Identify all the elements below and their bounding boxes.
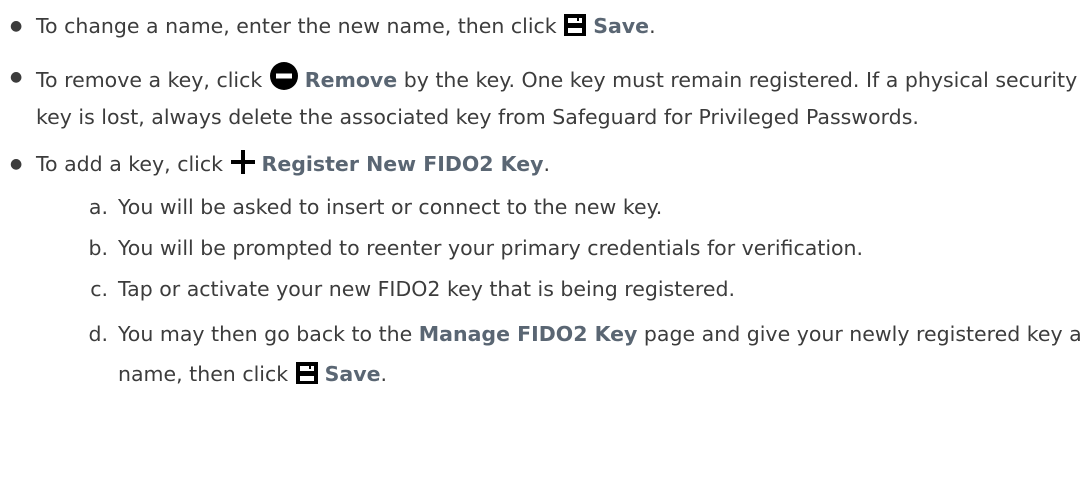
step-text: Tap or activate your new FIDO2 key that … [118, 277, 735, 301]
step-text-end: . [380, 362, 388, 386]
step-item: c. Tap or activate your new FIDO2 key th… [36, 273, 1083, 306]
step-item: b. You will be prompted to reenter your … [36, 232, 1083, 265]
save-icon [563, 13, 587, 47]
change-name-end: . [649, 14, 656, 38]
step-text: You will be prompted to reenter your pri… [118, 236, 864, 260]
manage-fido2-label: Manage FIDO2 Key [418, 322, 638, 346]
add-key-text: To add a key, click [36, 152, 230, 176]
add-key-end: . [543, 152, 551, 176]
document-body: ● To change a name, enter the new name, … [0, 0, 1083, 412]
save-icon [295, 358, 319, 398]
step-letter: a. [88, 195, 108, 219]
change-name-text: To change a name, enter the new name, th… [36, 14, 564, 38]
register-key-label: Register New FIDO2 Key [261, 152, 544, 176]
list-item-change-name: ● To change a name, enter the new name, … [0, 10, 1083, 47]
bullet-dot: ● [10, 156, 23, 172]
plus-icon [230, 149, 256, 185]
instruction-list: ● To change a name, enter the new name, … [0, 10, 1083, 398]
step-item: a. You will be asked to insert or connec… [36, 191, 1083, 224]
remove-icon [269, 61, 299, 101]
list-item-remove-key: ● To remove a key, click Remove by the k… [0, 61, 1083, 134]
step-letter: c. [90, 277, 108, 301]
bullet-dot: ● [10, 69, 23, 85]
step-item: d. You may then go back to the Manage FI… [36, 314, 1083, 398]
step-letter: b. [88, 236, 108, 260]
bullet-dot: ● [10, 18, 23, 34]
save-label: Save [324, 362, 381, 386]
list-item-add-key: ● To add a key, click Register New FIDO2… [0, 148, 1083, 398]
step-text: You may then go back to the [118, 322, 419, 346]
remove-key-text: To remove a key, click [36, 68, 269, 92]
remove-label: Remove [304, 68, 398, 92]
register-steps-list: a. You will be asked to insert or connec… [36, 191, 1083, 398]
step-text: You will be asked to insert or connect t… [118, 195, 663, 219]
step-letter: d. [88, 322, 108, 346]
save-label: Save [593, 14, 650, 38]
